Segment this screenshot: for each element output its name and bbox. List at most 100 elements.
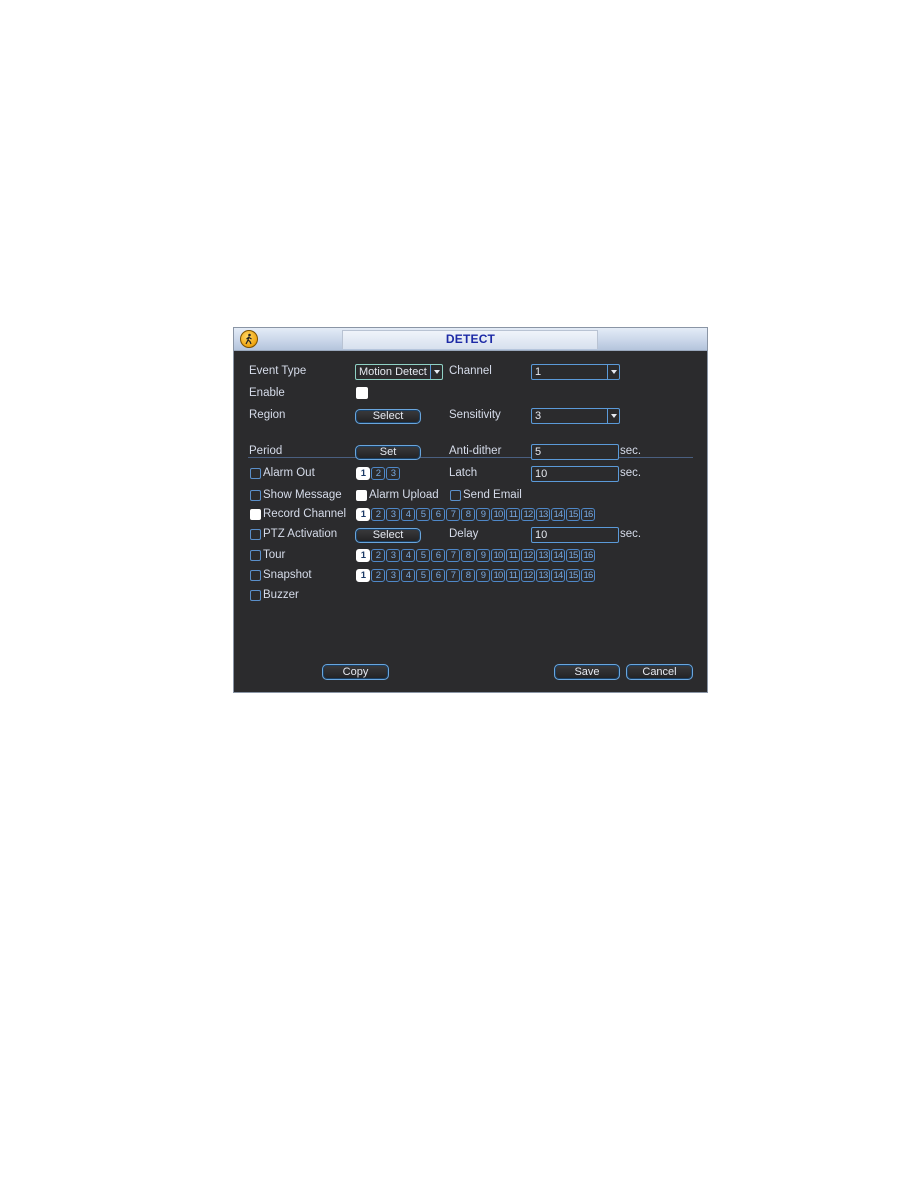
channel-toggle-10[interactable]: 10 xyxy=(491,508,505,521)
channel-select[interactable]: 1 xyxy=(531,364,620,380)
channel-toggle-3[interactable]: 3 xyxy=(386,549,400,562)
channel-toggle-2[interactable]: 2 xyxy=(371,569,385,582)
channel-toggle-5[interactable]: 5 xyxy=(416,508,430,521)
enable-label: Enable xyxy=(249,387,285,399)
channel-toggle-8[interactable]: 8 xyxy=(461,549,475,562)
window-title: DETECT xyxy=(445,332,496,346)
channel-toggle-14[interactable]: 14 xyxy=(551,549,565,562)
channel-toggle-16[interactable]: 16 xyxy=(581,569,595,582)
channel-toggle-15[interactable]: 15 xyxy=(566,549,580,562)
channel-toggle-12[interactable]: 12 xyxy=(521,549,535,562)
delay-unit: sec. xyxy=(620,528,642,540)
channel-toggle-3[interactable]: 3 xyxy=(386,467,400,480)
buzzer-checkbox[interactable] xyxy=(250,590,261,601)
channel-toggle-9[interactable]: 9 xyxy=(476,549,490,562)
ptz-activation-checkbox[interactable] xyxy=(250,529,261,540)
ptz-select-button[interactable]: Select xyxy=(355,528,421,543)
channel-toggle-14[interactable]: 14 xyxy=(551,569,565,582)
channel-toggle-1[interactable]: 1 xyxy=(356,467,370,480)
event-type-label: Event Type xyxy=(249,365,307,377)
event-type-value: Motion Detect xyxy=(359,366,427,378)
save-button[interactable]: Save xyxy=(554,664,620,680)
channel-toggle-15[interactable]: 15 xyxy=(566,569,580,582)
record-channel-checkbox[interactable] xyxy=(250,509,261,520)
channel-toggle-6[interactable]: 6 xyxy=(431,549,445,562)
channel-toggle-3[interactable]: 3 xyxy=(386,569,400,582)
channel-toggle-16[interactable]: 16 xyxy=(581,508,595,521)
channel-toggle-12[interactable]: 12 xyxy=(521,569,535,582)
sensitivity-value: 3 xyxy=(535,410,542,422)
channel-toggle-4[interactable]: 4 xyxy=(401,569,415,582)
sensitivity-select[interactable]: 3 xyxy=(531,408,620,424)
alarm-out-channels: 123 xyxy=(356,467,400,480)
channel-toggle-2[interactable]: 2 xyxy=(371,467,385,480)
detect-dialog: DETECT Event Type Motion Detect Channel … xyxy=(233,327,708,693)
show-message-label: Show Message xyxy=(263,489,342,501)
channel-toggle-5[interactable]: 5 xyxy=(416,569,430,582)
channel-toggle-11[interactable]: 11 xyxy=(506,569,520,582)
channel-toggle-6[interactable]: 6 xyxy=(431,569,445,582)
channel-label: Channel xyxy=(449,365,492,377)
channel-toggle-4[interactable]: 4 xyxy=(401,508,415,521)
channel-toggle-9[interactable]: 9 xyxy=(476,569,490,582)
channel-toggle-14[interactable]: 14 xyxy=(551,508,565,521)
record-channel-channels: 1 2 3 4 5 6 7 8 9 10 11 12 13 14 15 16 xyxy=(356,508,595,521)
alarm-upload-label: Alarm Upload xyxy=(369,489,439,501)
channel-toggle-10[interactable]: 10 xyxy=(491,569,505,582)
delay-label: Delay xyxy=(449,528,479,540)
period-set-button[interactable]: Set xyxy=(355,445,421,460)
delay-input[interactable]: 10 xyxy=(531,527,619,543)
event-type-select[interactable]: Motion Detect xyxy=(355,364,443,380)
latch-unit: sec. xyxy=(620,467,642,479)
channel-toggle-2[interactable]: 2 xyxy=(371,508,385,521)
channel-toggle-15[interactable]: 15 xyxy=(566,508,580,521)
channel-toggle-8[interactable]: 8 xyxy=(461,569,475,582)
channel-toggle-7[interactable]: 7 xyxy=(446,569,460,582)
enable-checkbox[interactable] xyxy=(356,387,368,399)
channel-toggle-2[interactable]: 2 xyxy=(371,549,385,562)
tour-checkbox[interactable] xyxy=(250,550,261,561)
cancel-button[interactable]: Cancel xyxy=(626,664,693,680)
tour-label: Tour xyxy=(263,549,286,561)
channel-toggle-7[interactable]: 7 xyxy=(446,508,460,521)
chevron-down-icon[interactable] xyxy=(430,365,442,379)
channel-toggle-5[interactable]: 5 xyxy=(416,549,430,562)
channel-toggle-8[interactable]: 8 xyxy=(461,508,475,521)
channel-toggle-13[interactable]: 13 xyxy=(536,569,550,582)
channel-toggle-13[interactable]: 13 xyxy=(536,508,550,521)
channel-toggle-13[interactable]: 13 xyxy=(536,549,550,562)
send-email-checkbox[interactable] xyxy=(450,490,461,501)
region-label: Region xyxy=(249,409,286,421)
chevron-down-icon[interactable] xyxy=(607,409,619,423)
alarm-out-checkbox[interactable] xyxy=(250,468,261,479)
channel-toggle-9[interactable]: 9 xyxy=(476,508,490,521)
region-select-button[interactable]: Select xyxy=(355,409,421,424)
channel-toggle-7[interactable]: 7 xyxy=(446,549,460,562)
alarm-upload-checkbox[interactable] xyxy=(356,490,367,501)
dialog-body: Event Type Motion Detect Channel 1 Enabl… xyxy=(234,350,707,692)
chevron-down-icon[interactable] xyxy=(607,365,619,379)
snapshot-checkbox[interactable] xyxy=(250,570,261,581)
sensitivity-label: Sensitivity xyxy=(449,409,501,421)
latch-input[interactable]: 10 xyxy=(531,466,619,482)
channel-toggle-11[interactable]: 11 xyxy=(506,549,520,562)
section-divider xyxy=(248,457,693,458)
anti-dither-input[interactable]: 5 xyxy=(531,444,619,460)
buzzer-label: Buzzer xyxy=(263,589,299,601)
channel-toggle-1[interactable]: 1 xyxy=(356,508,370,521)
channel-toggle-6[interactable]: 6 xyxy=(431,508,445,521)
show-message-checkbox[interactable] xyxy=(250,490,261,501)
channel-toggle-11[interactable]: 11 xyxy=(506,508,520,521)
channel-toggle-12[interactable]: 12 xyxy=(521,508,535,521)
anti-dither-label: Anti-dither xyxy=(449,445,502,457)
copy-button[interactable]: Copy xyxy=(322,664,389,680)
channel-toggle-1[interactable]: 1 xyxy=(356,549,370,562)
channel-toggle-4[interactable]: 4 xyxy=(401,549,415,562)
channel-toggle-10[interactable]: 10 xyxy=(491,549,505,562)
period-label: Period xyxy=(249,445,283,457)
channel-toggle-3[interactable]: 3 xyxy=(386,508,400,521)
ptz-activation-label: PTZ Activation xyxy=(263,528,338,540)
channel-toggle-1[interactable]: 1 xyxy=(356,569,370,582)
channel-toggle-16[interactable]: 16 xyxy=(581,549,595,562)
record-channel-label: Record Channel xyxy=(263,508,347,520)
